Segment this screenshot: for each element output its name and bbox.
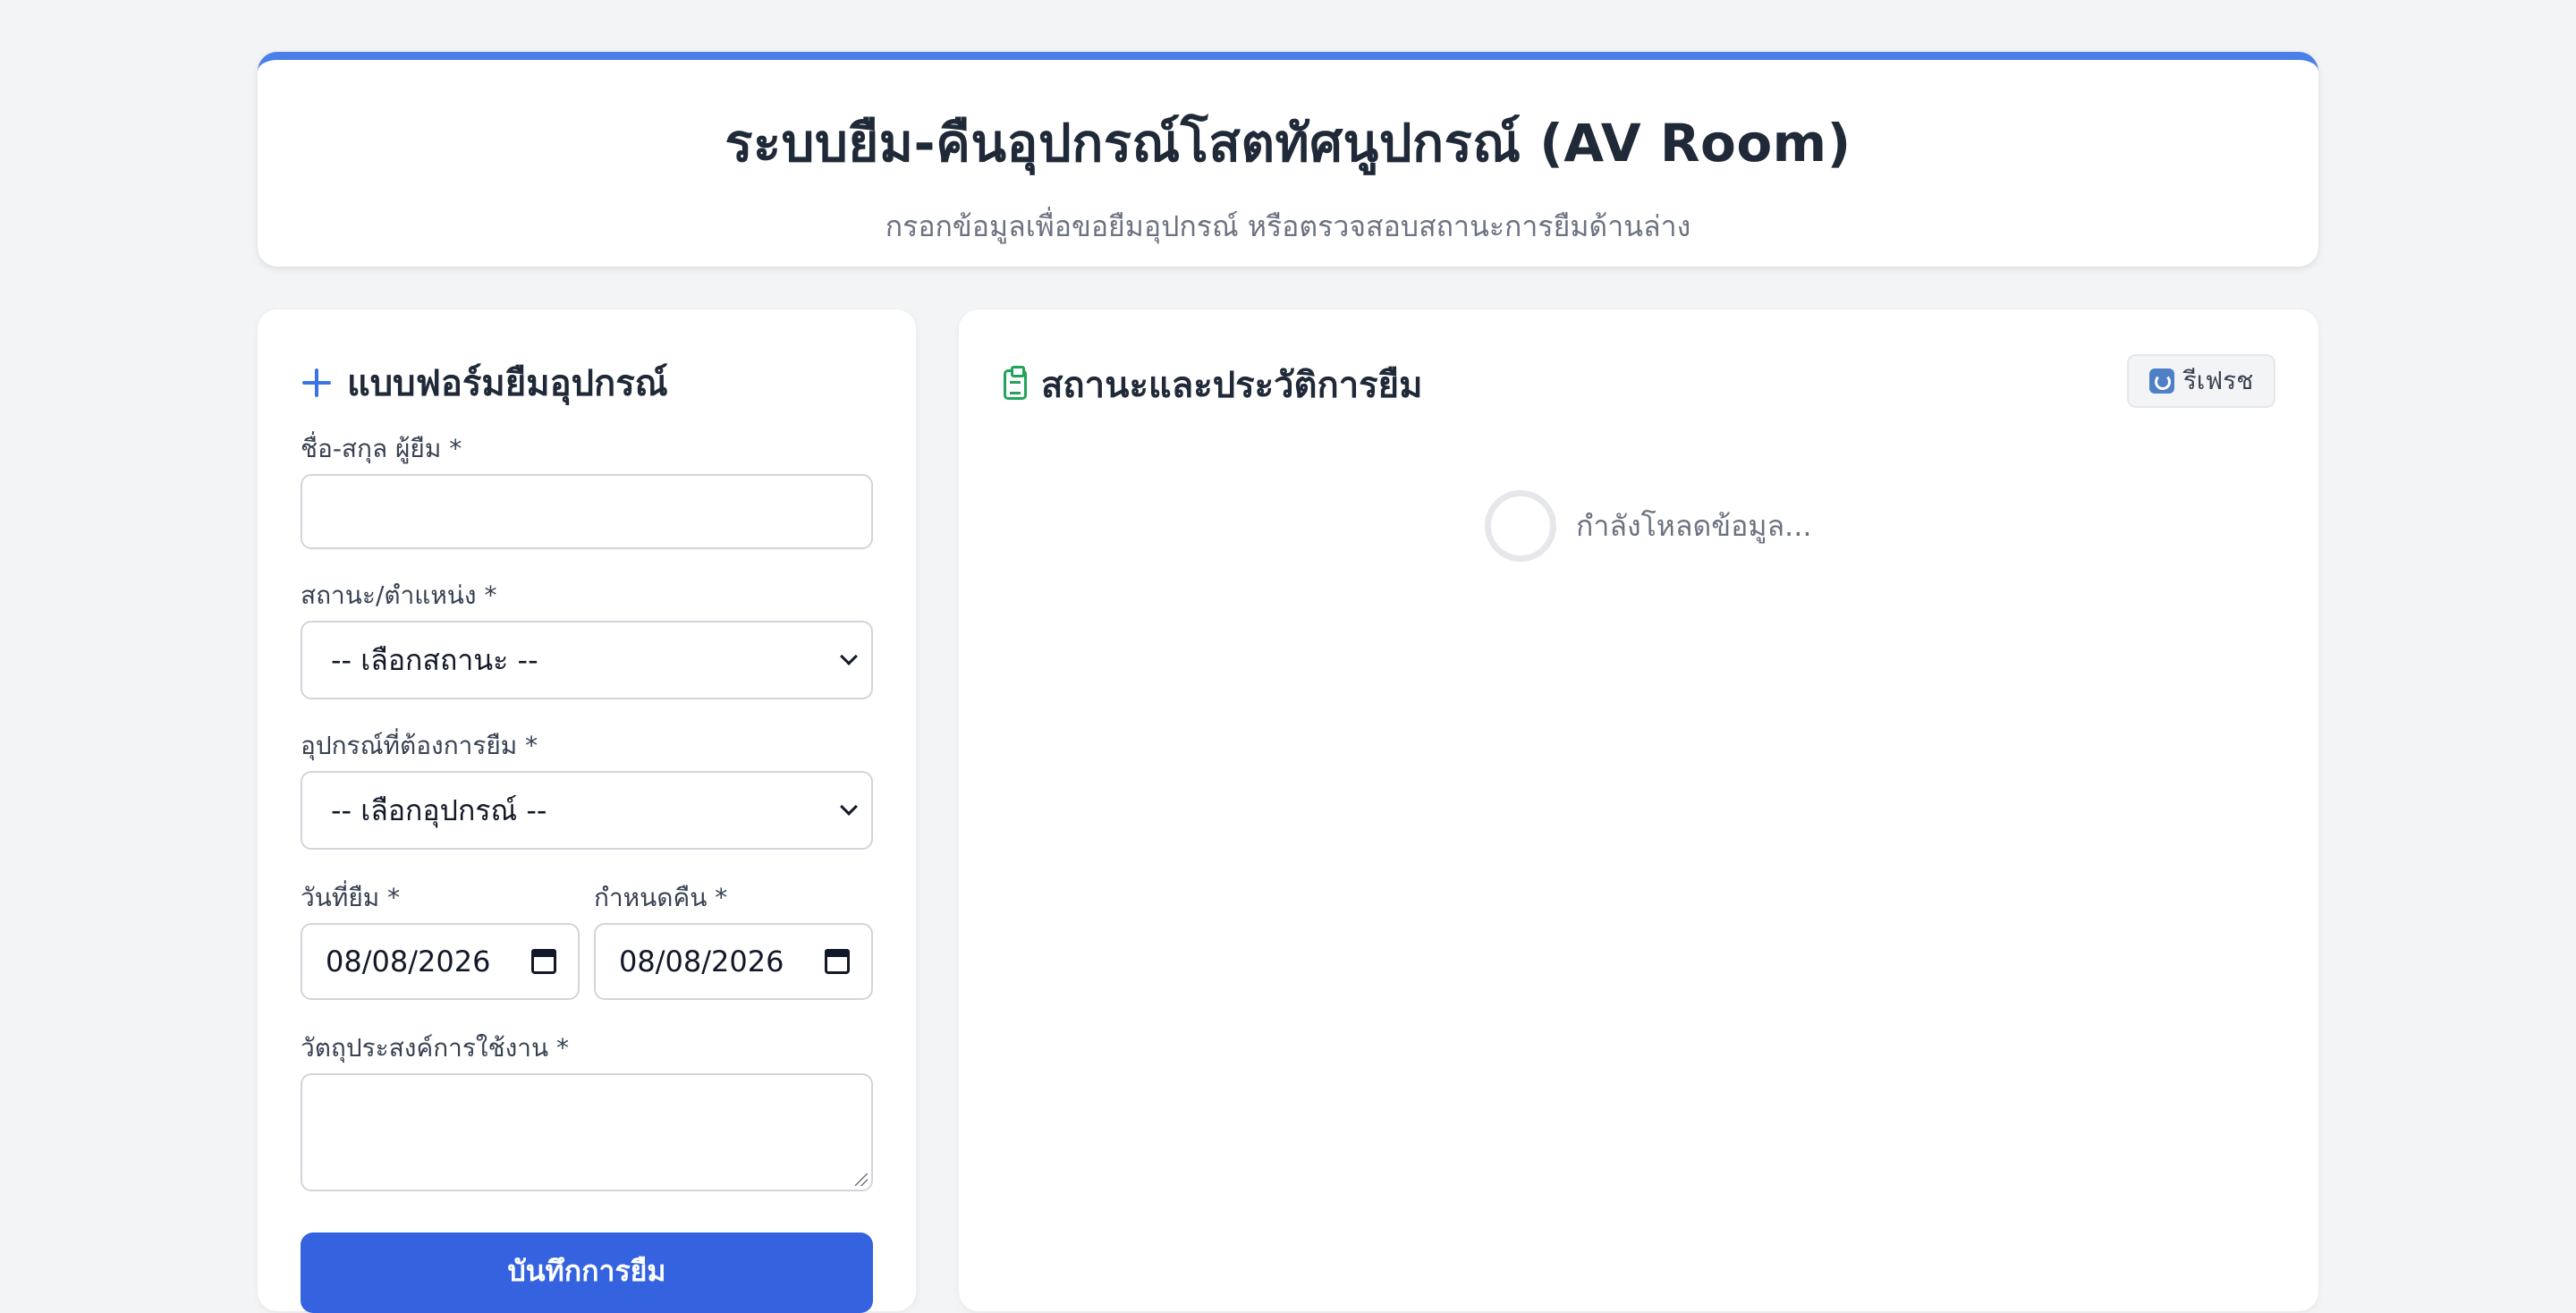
loading-indicator: กำลังโหลดข้อมูล... bbox=[1485, 490, 1812, 562]
page-subtitle: กรอกข้อมูลเพื่อขอยืมอุปกรณ์ หรือตรวจสอบส… bbox=[885, 209, 1691, 243]
status-select[interactable]: -- เลือกสถานะ -- bbox=[301, 621, 873, 699]
status-select-value: -- เลือกสถานะ -- bbox=[331, 642, 538, 677]
header-card: ระบบยืม-คืนอุปกรณ์โสตทัศนูปกรณ์ (AV Room… bbox=[258, 52, 2318, 267]
refresh-label: รีเฟรช bbox=[2182, 366, 2254, 395]
calendar-icon[interactable] bbox=[825, 949, 850, 974]
calendar-icon[interactable] bbox=[531, 949, 556, 974]
purpose-label: วัตถุประสงค์การใช้งาน * bbox=[301, 1033, 570, 1063]
borrower-name-input[interactable] bbox=[301, 474, 873, 549]
equipment-label: อุปกรณ์ที่ต้องการยืม * bbox=[301, 731, 538, 760]
chevron-down-icon bbox=[840, 648, 858, 665]
equipment-select-value: -- เลือกอุปกรณ์ -- bbox=[331, 792, 547, 827]
name-label: ชื่อ-สกุล ผู้ยืม * bbox=[301, 434, 462, 463]
return-date-input[interactable]: 08/08/2026 bbox=[594, 923, 873, 1000]
page-title: ระบบยืม-คืนอุปกรณ์โสตทัศนูปกรณ์ (AV Room… bbox=[724, 113, 1852, 174]
form-header: แบบฟอร์มยืมอุปกรณ์ bbox=[301, 354, 668, 411]
status-history-card: สถานะและประวัติการยืม รีเฟรช กำลังโหลดข้… bbox=[959, 309, 2318, 1311]
resize-handle[interactable] bbox=[855, 1173, 868, 1186]
equipment-select[interactable]: -- เลือกอุปกรณ์ -- bbox=[301, 771, 873, 850]
loading-text: กำลังโหลดข้อมูล... bbox=[1576, 508, 1812, 543]
submit-borrow-button[interactable]: บันทึกการยืม bbox=[301, 1233, 873, 1313]
return-date-value: 08/08/2026 bbox=[619, 945, 784, 978]
chevron-down-icon bbox=[840, 798, 858, 816]
borrow-form-card: แบบฟอร์มยืมอุปกรณ์ ชื่อ-สกุล ผู้ยืม * สถ… bbox=[258, 309, 916, 1313]
refresh-icon bbox=[2148, 368, 2174, 394]
status-header: สถานะและประวัติการยืม bbox=[1004, 356, 1422, 413]
status-label: สถานะ/ตำแหน่ง * bbox=[301, 580, 497, 610]
form-title: แบบฟอร์มยืมอุปกรณ์ bbox=[347, 363, 668, 404]
spinner-icon bbox=[1485, 490, 1556, 562]
plus-icon bbox=[301, 367, 333, 399]
borrow-date-value: 08/08/2026 bbox=[326, 945, 491, 978]
return-date-label: กำหนดคืน * bbox=[594, 883, 728, 912]
purpose-textarea[interactable] bbox=[301, 1073, 873, 1191]
borrow-date-input[interactable]: 08/08/2026 bbox=[301, 923, 580, 1000]
refresh-button[interactable]: รีเฟรช bbox=[2127, 354, 2275, 408]
borrow-date-label: วันที่ยืม * bbox=[301, 883, 401, 912]
status-title: สถานะและประวัติการยืม bbox=[1041, 365, 1423, 406]
clipboard-icon bbox=[1004, 366, 1027, 400]
